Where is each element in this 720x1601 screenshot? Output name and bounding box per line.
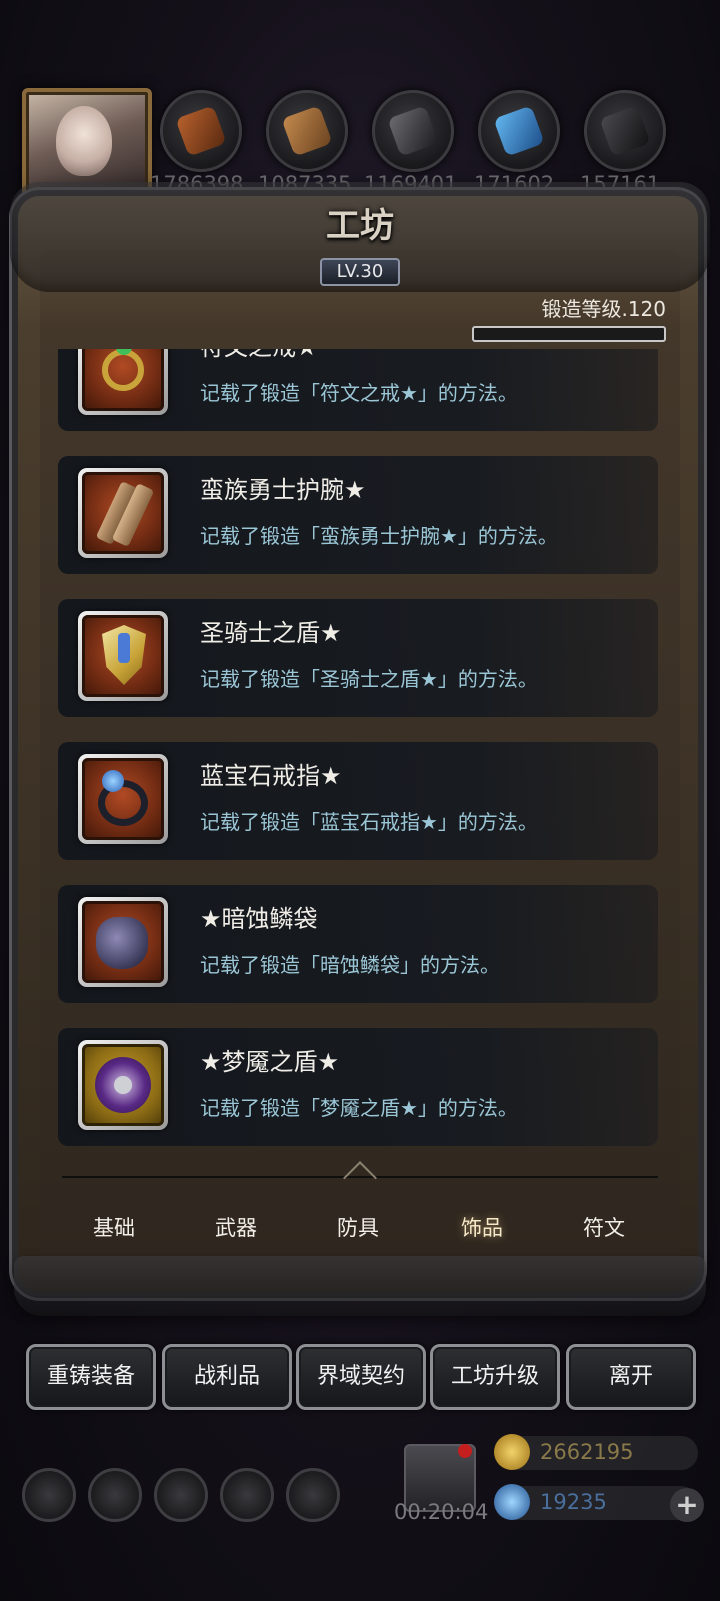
recipe-list[interactable]: 符文之戒★ 记载了锻造「符文之戒★」的方法。 蛮族勇士护腕★ 记载了锻造「蛮族勇… (44, 349, 676, 1167)
bracer-icon (82, 472, 164, 554)
workshop-upgrade-button[interactable]: 工坊升级 (430, 1344, 560, 1410)
item-desc: 记载了锻造「梦魇之盾★」的方法。 (200, 1096, 518, 1120)
item-slot (78, 1040, 168, 1130)
tab-armor[interactable]: 防具 (308, 1212, 408, 1242)
tab-rune[interactable]: 符文 (554, 1212, 654, 1242)
realm-contract-button[interactable]: 界域契约 (296, 1344, 426, 1410)
item-desc: 记载了锻造「圣骑士之盾★」的方法。 (200, 667, 538, 691)
item-slot (78, 897, 168, 987)
leather-resource-icon (160, 90, 242, 172)
item-slot (78, 611, 168, 701)
tab-weapon[interactable]: 武器 (186, 1212, 286, 1242)
rune-ring-icon (82, 349, 164, 411)
item-name: ★暗蚀鳞袋 (200, 905, 318, 933)
item-slot (78, 754, 168, 844)
guild-icon[interactable] (154, 1468, 208, 1522)
item-desc: 记载了锻造「符文之戒★」的方法。 (200, 381, 518, 405)
list-item[interactable]: 蓝宝石戒指★ 记载了锻造「蓝宝石戒指★」的方法。 (58, 742, 658, 860)
gear-icon[interactable] (286, 1468, 340, 1522)
star-icon[interactable] (88, 1468, 142, 1522)
item-desc: 记载了锻造「暗蚀鳞袋」的方法。 (200, 953, 500, 977)
steel-resource-icon (584, 90, 666, 172)
item-name: ★梦魇之盾★ (200, 1048, 340, 1076)
forge-progress-bar (472, 326, 666, 342)
tab-basic[interactable]: 基础 (64, 1212, 164, 1242)
gold-coin-icon (494, 1434, 530, 1470)
settings-icon[interactable] (22, 1468, 76, 1522)
item-slot (78, 349, 168, 415)
list-item[interactable]: ★暗蚀鳞袋 记载了锻造「暗蚀鳞袋」的方法。 (58, 885, 658, 1003)
sapphire-ring-icon (82, 758, 164, 840)
list-item[interactable]: 圣骑士之盾★ 记载了锻造「圣骑士之盾★」的方法。 (58, 599, 658, 717)
workshop-level: LV.30 (320, 258, 400, 286)
list-item[interactable]: 符文之戒★ 记载了锻造「符文之戒★」的方法。 (58, 349, 658, 431)
gem-icon (494, 1484, 530, 1520)
add-currency-button[interactable]: + (670, 1488, 704, 1522)
paladin-shield-icon (82, 615, 164, 697)
iron-resource-icon (372, 90, 454, 172)
item-desc: 记载了锻造「蓝宝石戒指★」的方法。 (200, 810, 538, 834)
item-name: 蓝宝石戒指★ (200, 762, 342, 790)
panel-title: 工坊 (326, 206, 394, 246)
gift-timer: 00:20:04 (394, 1500, 489, 1524)
notification-dot (458, 1444, 472, 1458)
gem-amount: 19235 (540, 1490, 607, 1514)
tab-accessory[interactable]: 饰品 (432, 1212, 532, 1242)
item-slot (78, 468, 168, 558)
nightmare-shield-icon (82, 1044, 164, 1126)
item-name: 蛮族勇士护腕★ (200, 476, 366, 504)
item-name: 符文之戒★ (200, 349, 318, 362)
hero-face (56, 106, 112, 176)
list-item[interactable]: 蛮族勇士护腕★ 记载了锻造「蛮族勇士护腕★」的方法。 (58, 456, 658, 574)
crystal-resource-icon (478, 90, 560, 172)
ornate-frame-bottom (14, 1256, 706, 1316)
list-item[interactable]: ★梦魇之盾★ 记载了锻造「梦魇之盾★」的方法。 (58, 1028, 658, 1146)
leave-button[interactable]: 离开 (566, 1344, 696, 1410)
scale-pouch-icon (82, 901, 164, 983)
item-name: 圣骑士之盾★ (200, 619, 342, 647)
item-desc: 记载了锻造「蛮族勇士护腕★」的方法。 (200, 524, 558, 548)
wood-resource-icon (266, 90, 348, 172)
reforge-button[interactable]: 重铸装备 (26, 1344, 156, 1410)
mail-icon[interactable] (220, 1468, 274, 1522)
loot-button[interactable]: 战利品 (162, 1344, 292, 1410)
gold-amount: 2662195 (540, 1440, 634, 1464)
forge-level-label: 锻造等级.120 (541, 297, 666, 321)
